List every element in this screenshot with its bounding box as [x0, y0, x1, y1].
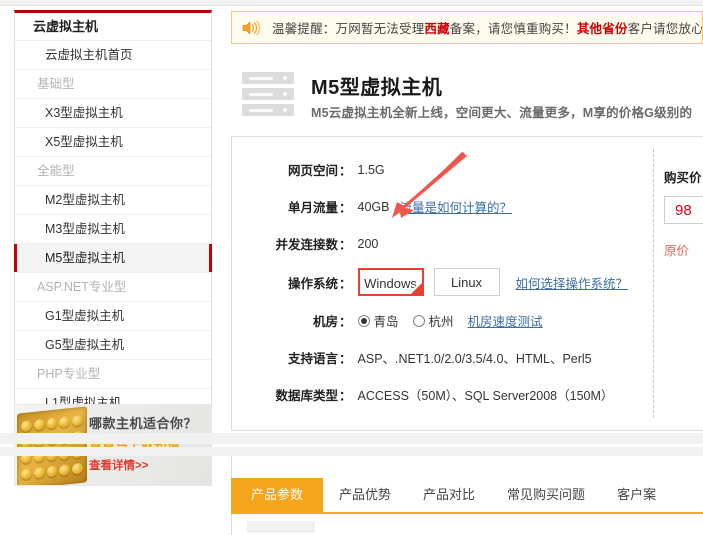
content-tabs: 产品参数 产品优势 产品对比 常见购买问题 客户案: [231, 478, 703, 514]
spec-label-connections: 并发连接数: [254, 234, 338, 253]
spec-value-connections: 200: [358, 237, 379, 251]
product-detail-panel: 网页空间 ： 1.5G 单月流量 ： 40GB 流量是如何计算的？ 并发连接数 …: [231, 136, 703, 431]
sidebar-item-g5[interactable]: G5型虚拟主机: [15, 331, 211, 360]
os-option-windows[interactable]: Windows: [358, 268, 424, 296]
spec-label-space: 网页空间: [254, 160, 338, 179]
spec-colon: ：: [339, 160, 352, 179]
checkmark-icon: [409, 281, 424, 296]
notice-prefix: 温馨提醒：万网暂无法受理: [272, 22, 424, 36]
spec-colon: ：: [339, 273, 352, 292]
spec-colon: ：: [339, 385, 352, 404]
separator-band-2: [0, 447, 703, 456]
promo-detail-link[interactable]: 查看详情>>: [89, 457, 211, 473]
speaker-icon: [242, 20, 260, 36]
spec-label-os: 操作系统: [254, 273, 338, 292]
room-speed-test-link[interactable]: 机房速度测试: [468, 311, 543, 330]
spec-value-database: ACCESS（50M）、SQL Server2008（150M）: [358, 385, 614, 404]
server-rack-icon: [242, 72, 294, 117]
spec-label-database: 数据库类型: [254, 385, 338, 404]
price-amount: 98: [675, 202, 692, 219]
separator-band-1: [0, 433, 703, 444]
sidebar-group-php: PHP专业型: [15, 360, 211, 389]
sidebar-group-full: 全能型: [15, 157, 211, 186]
room-option-hangzhou[interactable]: 杭州: [413, 311, 454, 330]
sidebar-item-x5[interactable]: X5型虚拟主机: [15, 128, 211, 157]
spec-colon: ：: [339, 348, 352, 367]
sidebar-nav: 云虚拟主机 云虚拟主机首页 基础型 X3型虚拟主机 X5型虚拟主机 全能型 M2…: [14, 10, 212, 448]
spec-row-connections: 并发连接数 ： 200: [232, 225, 650, 262]
sidebar-item-home[interactable]: 云虚拟主机首页: [15, 41, 211, 70]
original-price-label: 原价: [664, 240, 703, 259]
tab-content-placeholder: [247, 521, 315, 533]
notice-bar: 温馨提醒：万网暂无法受理西藏备案，请您慎重购买！其他省份客户请您放心购买: [231, 11, 703, 44]
sidebar-promo-banner[interactable]: 哪款主机适合你？ 算算马上就知道 查看详情>>: [14, 404, 212, 486]
page-root: 云虚拟主机 云虚拟主机首页 基础型 X3型虚拟主机 X5型虚拟主机 全能型 M2…: [0, 0, 703, 535]
notice-suffix: 客户请您放心购买: [628, 22, 703, 36]
tab-faq[interactable]: 常见购买问题: [491, 478, 601, 512]
spec-list: 网页空间 ： 1.5G 单月流量 ： 40GB 流量是如何计算的？ 并发连接数 …: [232, 151, 650, 413]
panel-divider: [653, 149, 654, 418]
tab-product-advantage[interactable]: 产品优势: [323, 478, 407, 512]
traffic-help-link[interactable]: 流量是如何计算的？: [399, 197, 512, 216]
spec-value-traffic: 40GB: [358, 200, 390, 214]
os-help-link[interactable]: 如何选择操作系统？: [516, 273, 629, 292]
spec-label-traffic: 单月流量: [254, 197, 338, 216]
room-option-hangzhou-label: 杭州: [429, 311, 454, 330]
sidebar-group-basic: 基础型: [15, 70, 211, 99]
radio-icon-qingdao: [358, 315, 370, 327]
price-input-box[interactable]: 98: [664, 196, 703, 224]
spec-row-database: 数据库类型 ： ACCESS（50M）、SQL Server2008（150M）: [232, 376, 650, 413]
notice-middle: 备案，请您慎重购买！: [450, 22, 577, 36]
sidebar-title: 云虚拟主机: [15, 13, 211, 41]
tab-product-compare[interactable]: 产品对比: [407, 478, 491, 512]
room-option-qingdao[interactable]: 青岛: [358, 311, 399, 330]
spec-colon: ：: [339, 311, 352, 330]
spec-row-os: 操作系统 ： Windows Linux 如何选择操作系统？: [232, 262, 650, 302]
top-strip: [0, 0, 703, 6]
spec-label-room: 机房: [254, 311, 338, 330]
spec-colon: ：: [339, 234, 352, 253]
spec-row-room: 机房 ： 青岛 杭州 机房速度测试: [232, 302, 650, 339]
os-option-linux[interactable]: Linux: [434, 268, 500, 296]
product-header: M5型虚拟主机 M5云虚拟主机全新上线，空间更大、流量更多，M享的价格G级别的: [231, 60, 703, 128]
price-title: 购买价: [664, 167, 703, 186]
sidebar-item-x3[interactable]: X3型虚拟主机: [15, 99, 211, 128]
radio-icon-hangzhou: [413, 315, 425, 327]
room-option-qingdao-label: 青岛: [374, 311, 399, 330]
spec-colon: ：: [339, 197, 352, 216]
tab-customer-cases[interactable]: 客户案: [601, 478, 672, 512]
spec-row-traffic: 单月流量 ： 40GB 流量是如何计算的？: [232, 188, 650, 225]
spec-row-languages: 支持语言 ： ASP、.NET1.0/2.0/3.5/4.0、HTML、Perl…: [232, 339, 650, 376]
sidebar-group-aspnet: ASP.NET专业型: [15, 273, 211, 302]
spec-value-languages: ASP、.NET1.0/2.0/3.5/4.0、HTML、Perl5: [358, 348, 592, 367]
spec-row-space: 网页空间 ： 1.5G: [232, 151, 650, 188]
notice-highlight-tibet: 西藏: [424, 22, 449, 36]
notice-text: 温馨提醒：万网暂无法受理西藏备案，请您慎重购买！其他省份客户请您放心购买: [272, 18, 703, 37]
os-option-linux-label: Linux: [451, 275, 482, 290]
sidebar-item-m2[interactable]: M2型虚拟主机: [15, 186, 211, 215]
price-panel: 购买价 98 原价: [664, 151, 703, 259]
tab-product-params[interactable]: 产品参数: [231, 478, 323, 512]
sidebar-item-m5[interactable]: M5型虚拟主机: [15, 244, 211, 273]
product-title: M5型虚拟主机: [311, 71, 442, 100]
spec-value-space: 1.5G: [358, 163, 385, 177]
spec-label-languages: 支持语言: [254, 348, 338, 367]
promo-line-1: 哪款主机适合你？: [89, 413, 211, 432]
sidebar-item-g1[interactable]: G1型虚拟主机: [15, 302, 211, 331]
notice-highlight-others: 其他省份: [577, 22, 628, 36]
sidebar-item-m3[interactable]: M3型虚拟主机: [15, 215, 211, 244]
product-subtitle: M5云虚拟主机全新上线，空间更大、流量更多，M享的价格G级别的: [311, 102, 692, 121]
